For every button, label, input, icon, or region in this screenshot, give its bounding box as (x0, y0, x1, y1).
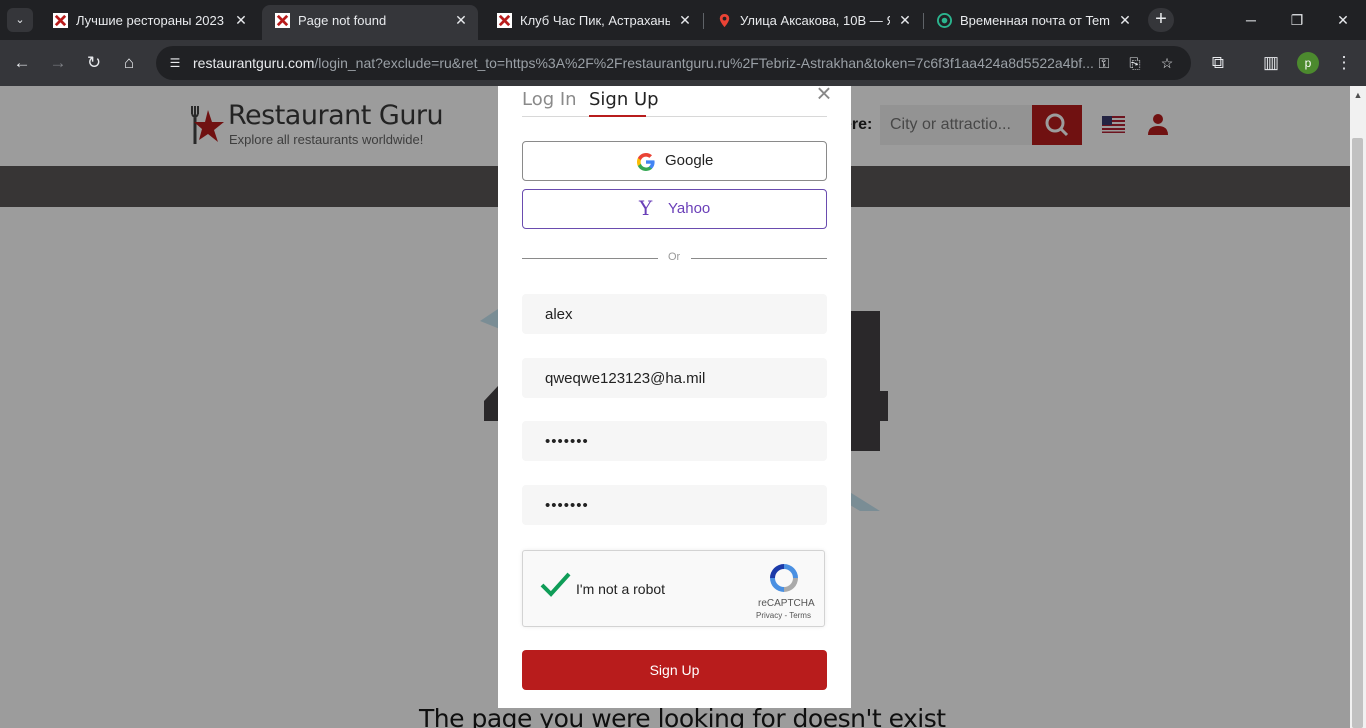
forward-icon[interactable]: → (46, 51, 70, 75)
profile-avatar[interactable]: p (1297, 52, 1319, 74)
recaptcha-privacy-terms-links[interactable]: Privacy - Terms (756, 611, 811, 620)
new-tab-button[interactable]: + (1148, 8, 1174, 32)
yahoo-signin-button[interactable]: Y Yahoo (522, 189, 827, 229)
tab-log-in[interactable]: Log In (522, 89, 577, 110)
map-pin-icon (719, 13, 730, 28)
restaurant-guru-favicon-icon (275, 13, 290, 28)
or-divider: Or (522, 250, 827, 266)
sign-up-submit-button[interactable]: Sign Up (522, 650, 827, 690)
page-scrollbar-thumb[interactable] (1352, 138, 1363, 728)
restaurant-guru-favicon-icon (53, 13, 68, 28)
extensions-icon[interactable]: ⧉ (1206, 51, 1230, 75)
address-bar[interactable]: ☰ restaurantguru.com/login_nat?exclude=r… (156, 46, 1191, 80)
close-modal-icon[interactable]: × (813, 80, 835, 106)
tab-title: Page not found (298, 13, 387, 28)
tab-title: Лучшие рестораны 2023 ру (76, 13, 226, 28)
browser-tab-4[interactable]: Улица Аксакова, 10В — Янд ✕ (704, 5, 922, 36)
recaptcha-label: I'm not a robot (576, 581, 666, 597)
browser-tab-1[interactable]: Лучшие рестораны 2023 ру ✕ (40, 5, 258, 36)
bookmark-star-icon[interactable]: ☆ (1156, 53, 1178, 73)
close-window-icon[interactable]: ✕ (1331, 8, 1355, 32)
close-tab-icon[interactable]: ✕ (678, 5, 692, 36)
restore-window-icon[interactable]: ❐ (1285, 8, 1309, 32)
side-panel-icon[interactable]: ▥ (1259, 51, 1283, 75)
or-text: Or (668, 251, 681, 263)
password-field[interactable] (522, 421, 827, 461)
scroll-up-arrow-icon[interactable]: ▲ (1350, 88, 1366, 102)
browser-tab-5[interactable]: Временная почта от Temp-M ✕ (924, 5, 1142, 36)
tabs-divider (522, 116, 827, 117)
browser-toolbar: ← → ↻ ⌂ ☰ restaurantguru.com/login_nat?e… (0, 40, 1366, 86)
url-path: /login_nat?exclude=ru&ret_to=https%3A%2F… (314, 55, 1093, 71)
close-tab-icon[interactable]: ✕ (234, 5, 248, 36)
home-icon[interactable]: ⌂ (117, 51, 141, 75)
tab-title: Улица Аксакова, 10В — Янд (740, 13, 890, 28)
temp-mail-favicon-icon (937, 13, 952, 28)
browser-tab-3[interactable]: Клуб Час Пик, Астрахань ✕ (484, 5, 702, 36)
yahoo-label: Yahoo (668, 200, 711, 217)
tab-strip: ⌄ Лучшие рестораны 2023 ру ✕ Page not fo… (0, 0, 1366, 40)
tab-title: Временная почта от Temp-M (960, 13, 1110, 28)
active-tab-indicator (589, 115, 646, 117)
close-tab-icon[interactable]: ✕ (898, 5, 912, 36)
recaptcha-brand: reCAPTCHA (758, 598, 815, 609)
recaptcha-logo-icon (770, 564, 798, 592)
name-field[interactable] (522, 294, 827, 334)
tab-search-button[interactable]: ⌄ (7, 8, 33, 32)
password-key-icon[interactable]: ⚿ (1093, 53, 1115, 73)
restaurant-guru-favicon-icon (497, 13, 512, 28)
reload-icon[interactable]: ↻ (82, 51, 106, 75)
or-line-left (522, 258, 658, 259)
url-text[interactable]: restaurantguru.com/login_nat?exclude=ru&… (193, 46, 1093, 80)
recaptcha-widget: I'm not a robot reCAPTCHA Privacy - Term… (522, 550, 825, 627)
browser-tab-2[interactable]: Page not found ✕ (262, 5, 478, 40)
close-tab-icon[interactable]: ✕ (454, 5, 468, 36)
or-line-right (691, 258, 827, 259)
email-field[interactable] (522, 358, 827, 398)
minimize-icon[interactable]: ─ (1239, 8, 1263, 32)
google-logo-icon (637, 153, 655, 171)
install-app-icon[interactable]: ⎘ (1124, 53, 1146, 73)
google-signin-button[interactable]: Google (522, 141, 827, 181)
url-domain: restaurantguru.com (193, 55, 315, 71)
confirm-password-field[interactable] (522, 485, 827, 525)
google-label: Google (665, 152, 714, 169)
tab-title: Клуб Час Пик, Астрахань (520, 13, 670, 28)
close-tab-icon[interactable]: ✕ (1118, 5, 1132, 36)
site-info-icon[interactable]: ☰ (165, 53, 185, 73)
browser-menu-icon[interactable]: ⋮ (1332, 51, 1356, 75)
recaptcha-checkmark-icon[interactable] (539, 571, 571, 599)
back-icon[interactable]: ← (10, 51, 34, 75)
tab-sign-up[interactable]: Sign Up (589, 89, 659, 110)
auth-modal: × Log In Sign Up Google Y Yahoo Or I'm n… (498, 80, 851, 708)
yahoo-logo-icon: Y (639, 196, 653, 220)
